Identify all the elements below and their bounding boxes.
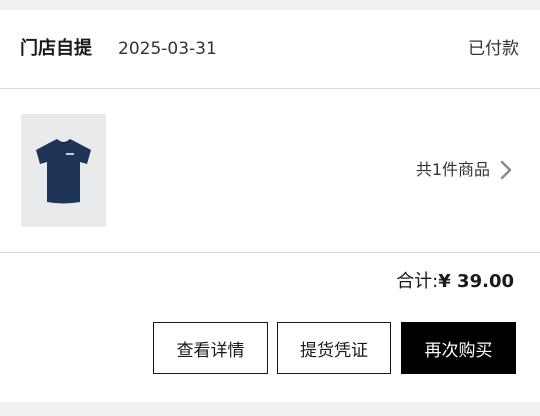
order-total: 合计:¥ 39.00 (396, 270, 514, 294)
product-summary-row[interactable]: 共1件商品 (0, 89, 540, 253)
item-count-label[interactable]: 共1件商品 (416, 160, 490, 180)
product-thumbnail[interactable] (21, 114, 106, 227)
chevron-right-icon[interactable] (499, 160, 513, 180)
order-date: 2025-03-31 (118, 39, 217, 59)
order-card: 门店自提 2025-03-31 已付款 共1件商品 合计:¥ 39.00 查看详… (0, 10, 540, 402)
pickup-voucher-button[interactable]: 提货凭证 (277, 322, 391, 374)
pickup-type-label: 门店自提 (20, 38, 92, 59)
navy-tshirt-icon (21, 114, 106, 227)
view-details-button[interactable]: 查看详情 (153, 322, 268, 374)
order-header: 门店自提 2025-03-31 已付款 (0, 10, 540, 89)
order-total-amount: ¥ 39.00 (438, 271, 514, 292)
order-status: 已付款 (468, 39, 519, 59)
order-total-label: 合计: (396, 271, 439, 292)
buy-again-button[interactable]: 再次购买 (401, 322, 516, 374)
